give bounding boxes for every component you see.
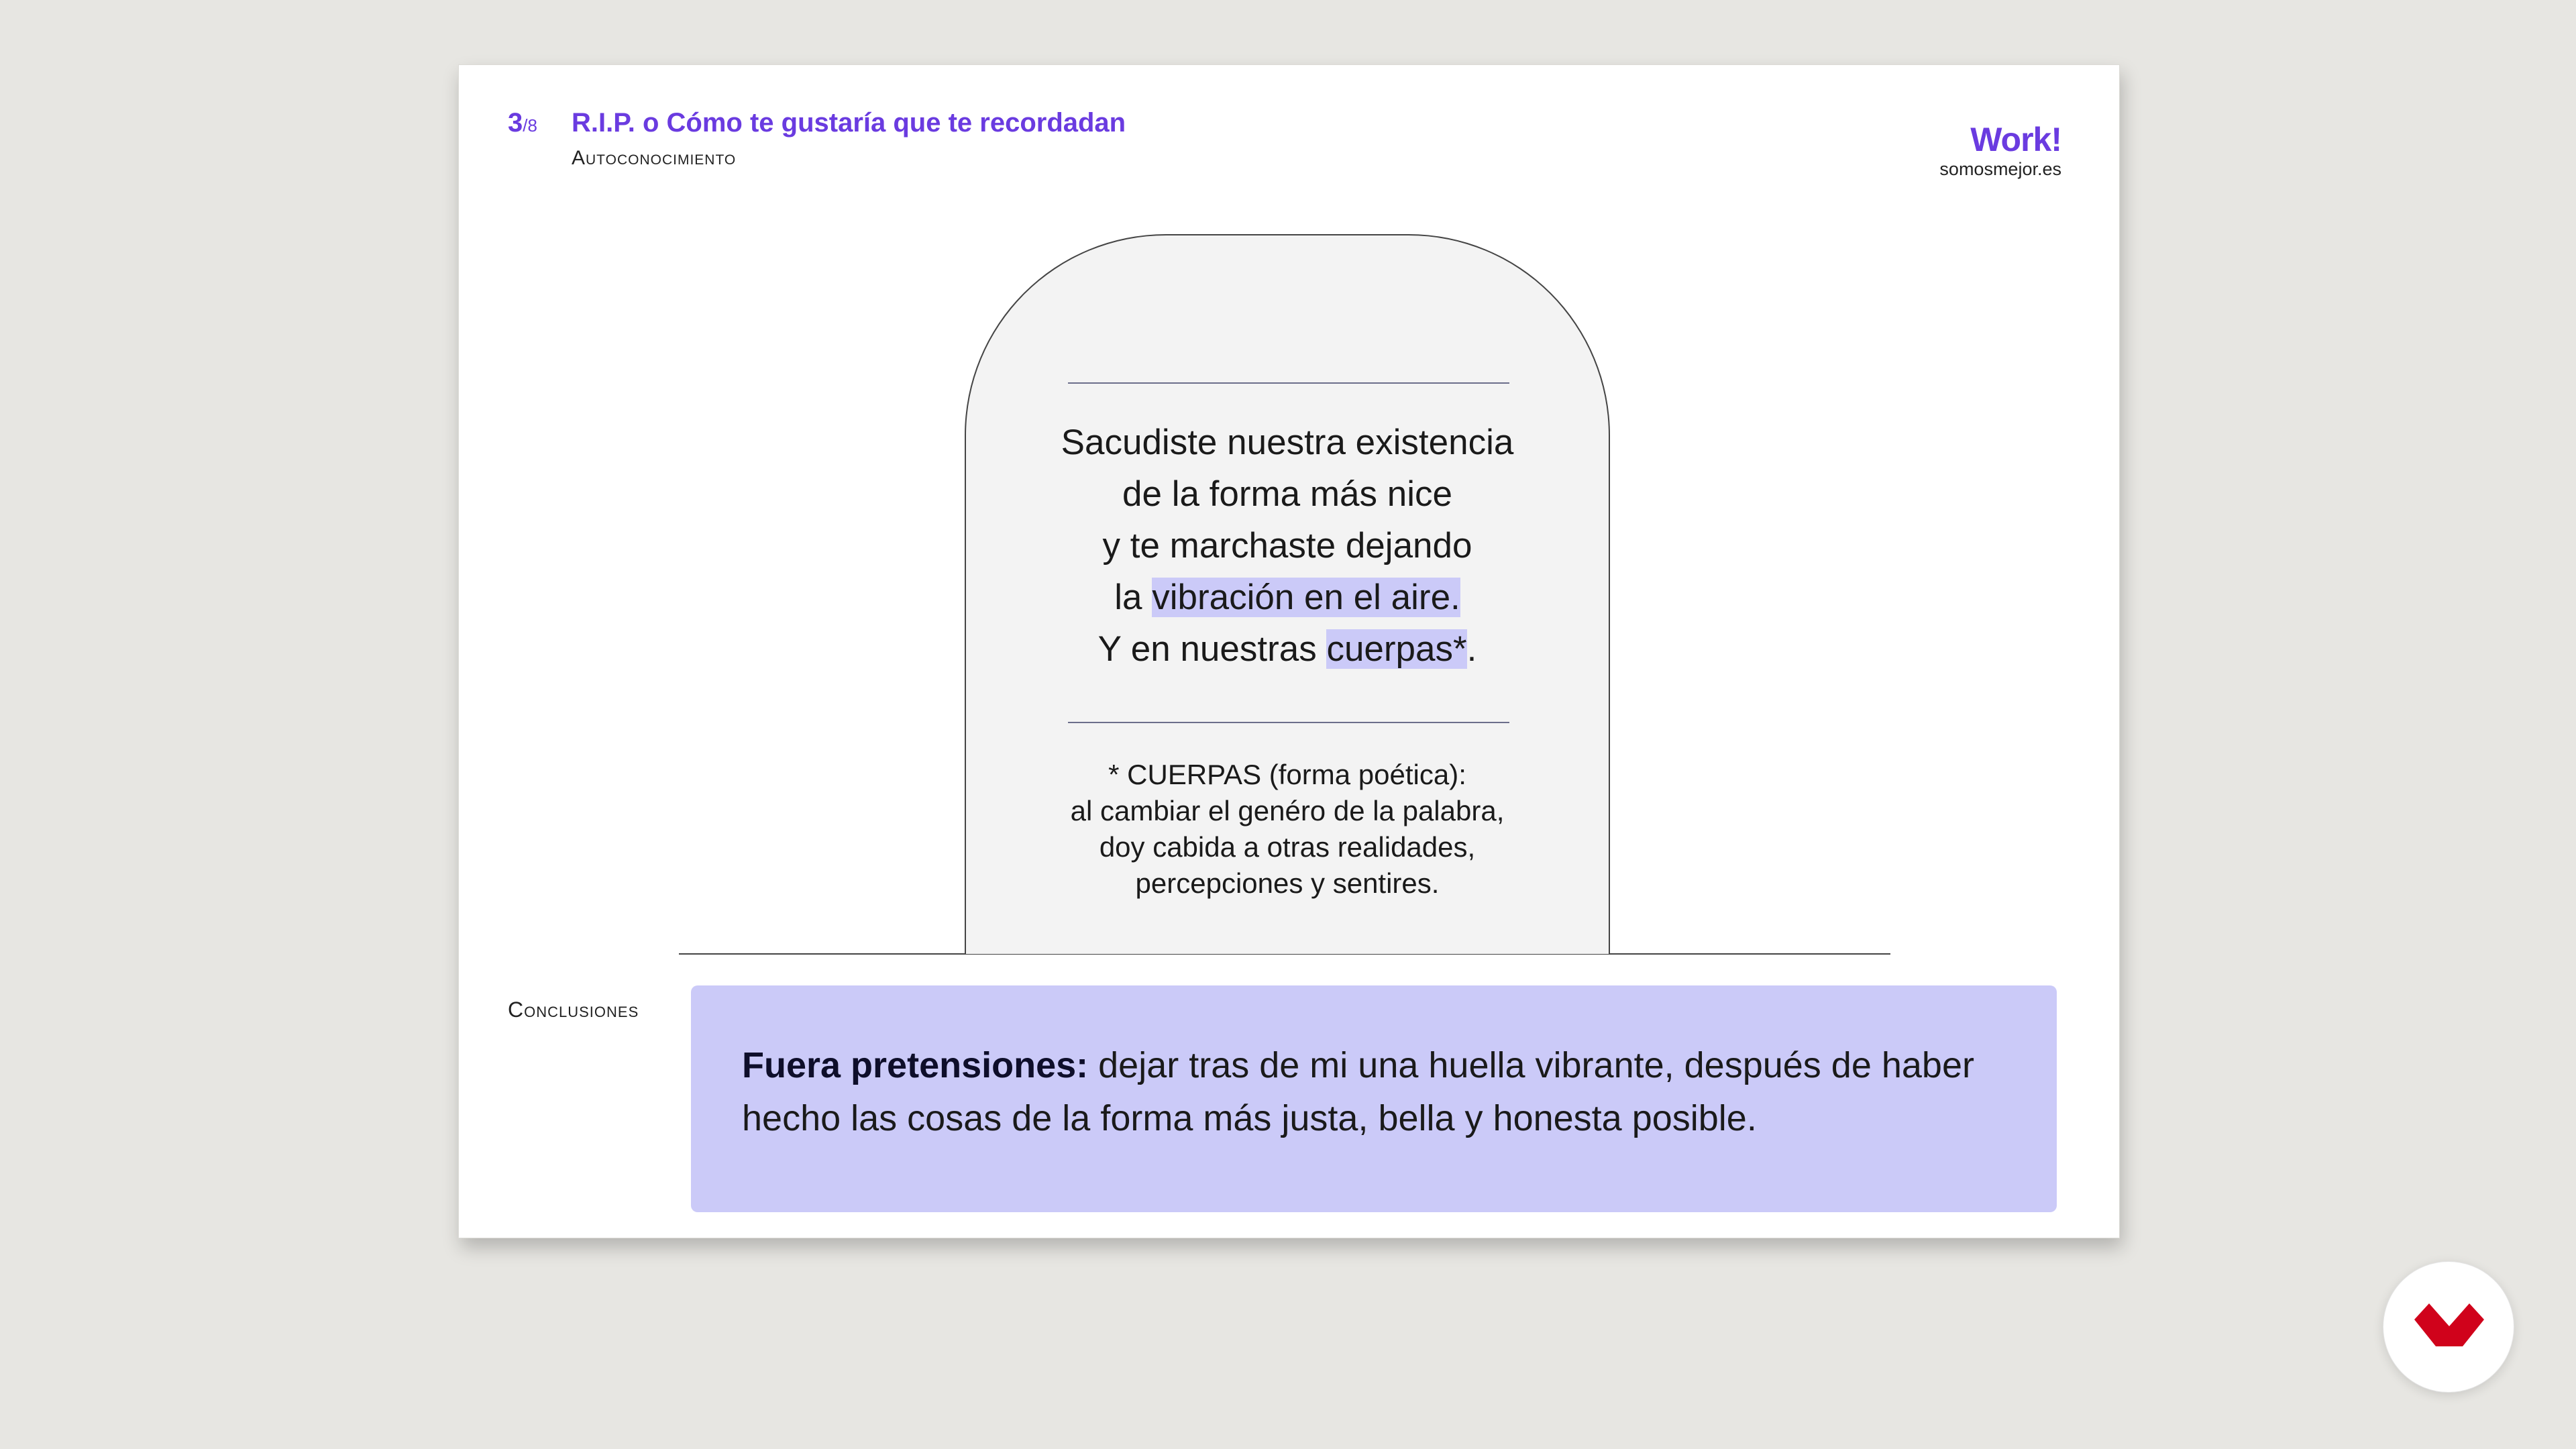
footnote-line: doy cabida a otras realidades, <box>1099 831 1476 863</box>
epitaph-line: de la forma más nice <box>1122 474 1452 514</box>
footnote-line: * CUERPAS (forma poética): <box>1108 759 1466 790</box>
epitaph-highlight: vibración en el aire. <box>1152 578 1460 617</box>
epitaph-line: Y en nuestras cuerpas*. <box>966 623 1609 675</box>
brand-chevron-icon <box>2414 1303 2484 1346</box>
slide: 3/8 R.I.P. o Cómo te gustaría que te rec… <box>458 64 2120 1238</box>
epitaph-text: . <box>1466 629 1477 669</box>
page-subtitle: Autoconocimiento <box>572 147 737 169</box>
tomb-bottom-divider <box>1068 722 1509 723</box>
brand-fab-button[interactable] <box>2383 1261 2514 1393</box>
tomb-top-divider <box>1068 382 1509 384</box>
epitaph-line: Sacudiste nuestra existencia <box>1061 423 1514 462</box>
page-indicator: 3/8 <box>508 108 537 138</box>
epitaph-highlight: cuerpas* <box>1326 629 1467 669</box>
epitaph: Sacudiste nuestra existencia de la forma… <box>966 417 1609 675</box>
footnote-line: al cambiar el genéro de la palabra, <box>1070 795 1505 826</box>
brand-url: somosmejor.es <box>1939 159 2061 179</box>
footnote: * CUERPAS (forma poética): al cambiar el… <box>966 757 1609 902</box>
conclusions-label: Conclusiones <box>508 998 639 1022</box>
epitaph-text: la <box>1114 578 1152 617</box>
conclusions-bold: Fuera pretensiones: <box>742 1045 1089 1085</box>
footnote-line: percepciones y sentires. <box>1135 867 1440 899</box>
epitaph-line: la vibración en el aire. <box>966 572 1609 623</box>
epitaph-text: Y en nuestras <box>1097 629 1327 669</box>
page-current: 3 <box>508 108 523 138</box>
conclusions-box: Fuera pretensiones: dejar tras de mi una… <box>691 985 2057 1212</box>
brand-logo: Work! <box>1970 121 2062 158</box>
page-title: R.I.P. o Cómo te gustaría que te recorda… <box>572 108 1126 138</box>
epitaph-line: y te marchaste dejando <box>1102 526 1472 566</box>
tombstone: Sacudiste nuestra existencia de la forma… <box>965 234 1610 954</box>
page-total: /8 <box>523 115 537 136</box>
